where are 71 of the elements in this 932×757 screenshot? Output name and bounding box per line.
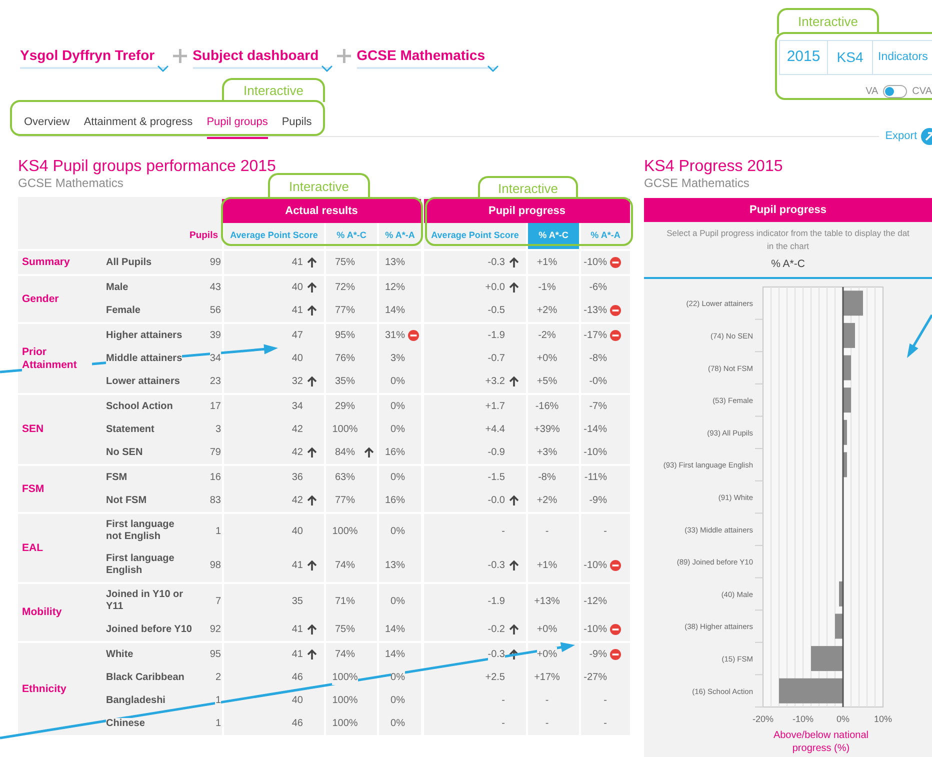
- breadcrumb-dropdown[interactable]: GCSE Mathematics: [356, 46, 497, 72]
- axis-tick-label: 10%: [874, 714, 892, 724]
- export-link[interactable]: Export: [885, 128, 917, 144]
- group-label: Ethnicity: [22, 682, 66, 696]
- chart-bar[interactable]: [843, 420, 847, 445]
- group-label: Summary: [22, 256, 70, 269]
- indicators-dropdown[interactable]: Indicators: [873, 41, 932, 74]
- breadcrumb-dropdown[interactable]: Ysgol Dyffryn Trefor: [20, 46, 167, 72]
- panel-header: Pupil progress: [644, 198, 932, 222]
- panel-title: KS4 Pupil groups performance 2015: [18, 158, 276, 176]
- tab[interactable]: Overview: [24, 114, 70, 138]
- axis-tick-label: -20%: [752, 714, 774, 724]
- callout-label: Interactive: [478, 176, 578, 199]
- chart-bar[interactable]: [811, 646, 843, 671]
- group-label: Mobility: [22, 606, 62, 619]
- hint-text: Select a Pupil progress indicator from the table to display the dat: [666, 227, 910, 240]
- row-label: All Pupils: [106, 256, 152, 268]
- row-label: Not FSM: [106, 494, 147, 506]
- row-label: Bangladeshi: [106, 694, 166, 706]
- column-group-header: Pupil progress: [424, 199, 630, 223]
- tab[interactable]: Pupil groups: [206, 114, 268, 138]
- column-group-header: Actual results: [222, 199, 421, 223]
- row-label: School Action: [106, 400, 173, 412]
- row-label: Male: [106, 282, 128, 294]
- row-label: Joined before Y10: [106, 624, 192, 636]
- group-label: Gender: [22, 292, 59, 306]
- axis-title: Above/below national progress (%): [772, 728, 870, 755]
- row-label: Statement: [106, 424, 154, 436]
- row-label: Higher attainers: [106, 330, 182, 342]
- group-label: Prior Attainment: [22, 346, 92, 372]
- hint-text: in the chart: [766, 240, 810, 253]
- caret-icon[interactable]: [487, 65, 499, 72]
- column-header[interactable]: % A*-C: [526, 223, 579, 249]
- callout-label: Interactive: [777, 8, 879, 34]
- chart-bar[interactable]: [843, 290, 863, 316]
- indicator-label: % A*-C: [771, 257, 805, 272]
- row-label: Chinese: [106, 718, 145, 730]
- annotation-arrow: [907, 314, 932, 358]
- chart-bar[interactable]: [835, 613, 843, 638]
- row-label: Black Caribbean: [106, 672, 184, 684]
- callout-label: Interactive: [222, 78, 325, 102]
- table-cell: -0.3: [488, 647, 505, 662]
- group-label: FSM: [22, 482, 44, 496]
- chart-bar[interactable]: [839, 581, 843, 606]
- plus-icon: [336, 49, 351, 63]
- stage-dropdown[interactable]: KS4: [828, 41, 873, 74]
- table-cell: 100%: [332, 670, 358, 685]
- column-header: Pupils: [189, 228, 218, 243]
- panel-subtitle: GCSE Mathematics: [18, 176, 124, 190]
- panel-title: KS4 Progress 2015: [644, 158, 783, 176]
- row-label: FSM: [106, 472, 128, 484]
- row-label: Lower attainers: [106, 376, 180, 388]
- toggle-label: VA: [866, 85, 878, 99]
- axis-tick-label: 0%: [836, 714, 850, 724]
- tab[interactable]: Attainment & progress: [84, 114, 193, 138]
- breadcrumb-dropdown[interactable]: Subject dashboard: [192, 46, 331, 72]
- row-label: White: [106, 648, 134, 660]
- caret-icon[interactable]: [156, 65, 169, 72]
- callout-label: Interactive: [268, 173, 370, 199]
- axis-tick-label: -10%: [792, 714, 814, 724]
- tab[interactable]: Pupils: [282, 114, 312, 138]
- caret-icon[interactable]: [320, 65, 333, 72]
- row-label: Middle attainers: [106, 352, 182, 364]
- toggle-switch[interactable]: [883, 85, 908, 98]
- plus-icon: [172, 49, 187, 63]
- row-label: No SEN: [106, 446, 143, 458]
- row-label: Female: [106, 304, 140, 316]
- chart-bar[interactable]: [843, 452, 847, 477]
- year-dropdown[interactable]: 2015: [780, 41, 828, 74]
- panel-subtitle: GCSE Mathematics: [644, 176, 750, 190]
- toggle-label: CVA: [912, 85, 932, 99]
